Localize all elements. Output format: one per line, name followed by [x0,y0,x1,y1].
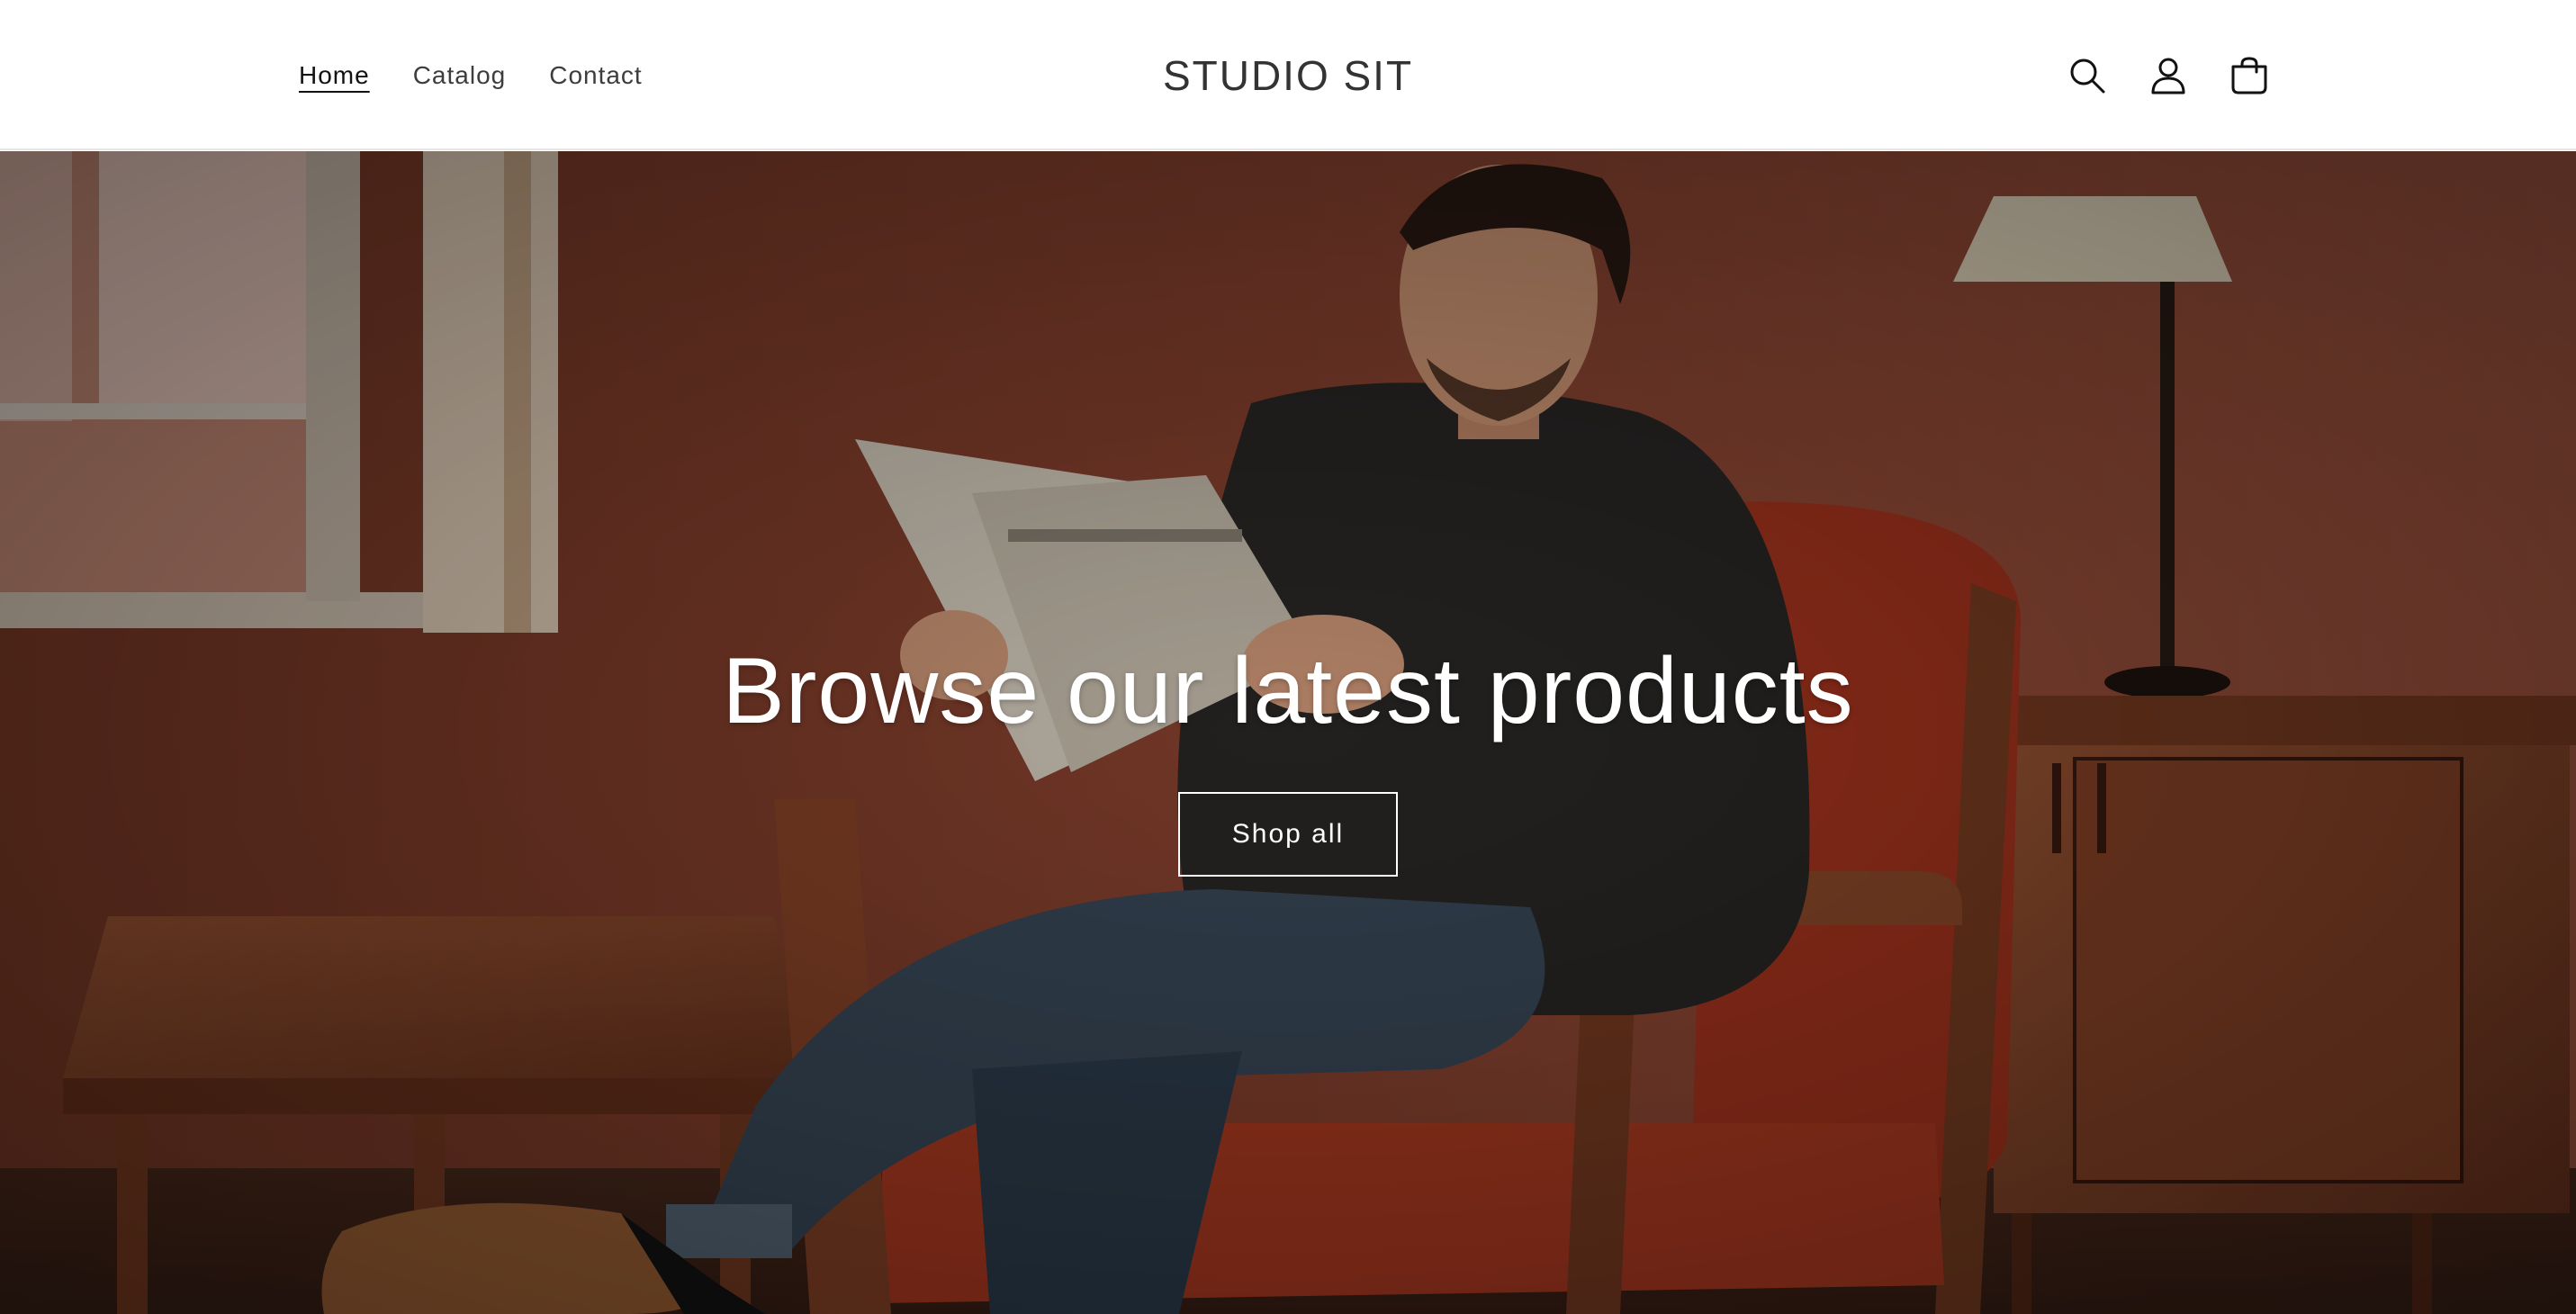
header-icons [2067,0,2270,150]
hero-banner: Browse our latest products Shop all [0,151,2576,1314]
hero-content: Browse our latest products Shop all [0,151,2576,1314]
nav-contact-link[interactable]: Contact [549,61,643,90]
site-header: Home Catalog Contact STUDIO SIT [0,0,2576,150]
account-icon [2151,58,2185,94]
nav-home-link[interactable]: Home [299,61,370,90]
cart-icon [2231,56,2267,94]
nav-catalog-link[interactable]: Catalog [413,61,507,90]
store-logo[interactable]: STUDIO SIT [1163,51,1413,100]
main-nav: Home Catalog Contact [299,0,643,150]
hero-title: Browse our latest products [722,638,1854,743]
shop-all-button[interactable]: Shop all [1178,791,1398,877]
cart-button[interactable] [2229,55,2270,96]
search-icon [2070,58,2105,93]
search-button[interactable] [2067,55,2108,96]
account-button[interactable] [2148,55,2189,96]
